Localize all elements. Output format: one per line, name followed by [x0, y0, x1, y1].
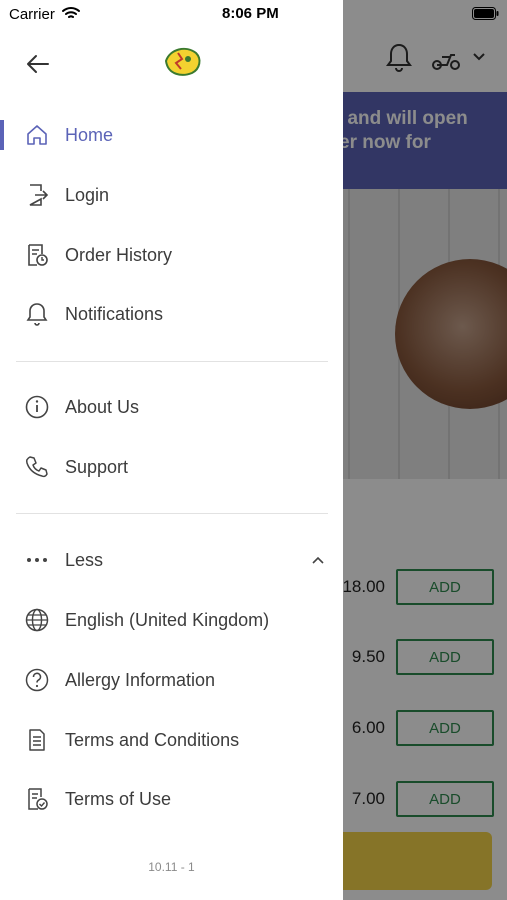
restaurant-logo: [164, 47, 201, 76]
info-icon: [25, 395, 49, 419]
menu-divider: [16, 361, 328, 362]
back-arrow-icon[interactable]: [24, 50, 52, 78]
login-icon: [29, 184, 49, 206]
menu-item-support[interactable]: Support: [0, 442, 343, 492]
menu-item-language[interactable]: English (United Kingdom): [0, 595, 343, 645]
question-icon: [25, 668, 49, 692]
wifi-icon: [62, 7, 80, 18]
menu-toggle-less[interactable]: Less: [0, 535, 343, 585]
menu-item-label: Home: [65, 124, 114, 145]
bell-icon: [26, 303, 48, 326]
menu-item-order-history[interactable]: Order History: [0, 230, 343, 280]
home-icon: [27, 125, 47, 145]
menu-item-allergy-information[interactable]: Allergy Information: [0, 655, 343, 705]
menu-item-label: English (United Kingdom): [65, 609, 270, 630]
app-version: 10.11 - 1: [148, 860, 195, 874]
menu-item-terms-and-conditions[interactable]: Terms and Conditions: [0, 715, 343, 765]
menu-divider: [16, 513, 328, 514]
menu-item-notifications[interactable]: Notifications: [0, 289, 343, 339]
carrier-label: Carrier: [9, 6, 55, 23]
menu-item-label: Allergy Information: [65, 669, 216, 690]
chevron-up-icon: [312, 556, 324, 564]
globe-icon: [25, 608, 49, 632]
status-time: 8:06 PM: [222, 5, 279, 22]
document-icon: [29, 729, 45, 751]
phone-icon: [26, 456, 48, 478]
order-history-icon: [28, 244, 48, 266]
menu-item-login[interactable]: Login: [0, 170, 343, 220]
menu-item-terms-of-use[interactable]: Terms of Use: [0, 774, 343, 824]
menu-item-label: About Us: [65, 396, 140, 417]
more-dots-icon: [27, 558, 47, 562]
menu-item-home[interactable]: Home: [0, 110, 343, 160]
menu-item-label: Notifications: [65, 303, 164, 324]
battery-icon: [472, 7, 499, 20]
menu-item-label: Support: [65, 456, 129, 477]
menu-item-label: Order History: [65, 244, 173, 265]
document-check-icon: [28, 788, 48, 810]
status-bar: Carrier 8:06 PM: [0, 0, 507, 28]
menu-item-label: Login: [65, 184, 110, 205]
menu-item-label: Less: [65, 549, 104, 570]
menu-item-label: Terms of Use: [65, 788, 172, 809]
menu-item-about-us[interactable]: About Us: [0, 382, 343, 432]
navigation-drawer: Home Login Order History Notifications A…: [0, 0, 343, 900]
menu-item-label: Terms and Conditions: [65, 729, 240, 750]
